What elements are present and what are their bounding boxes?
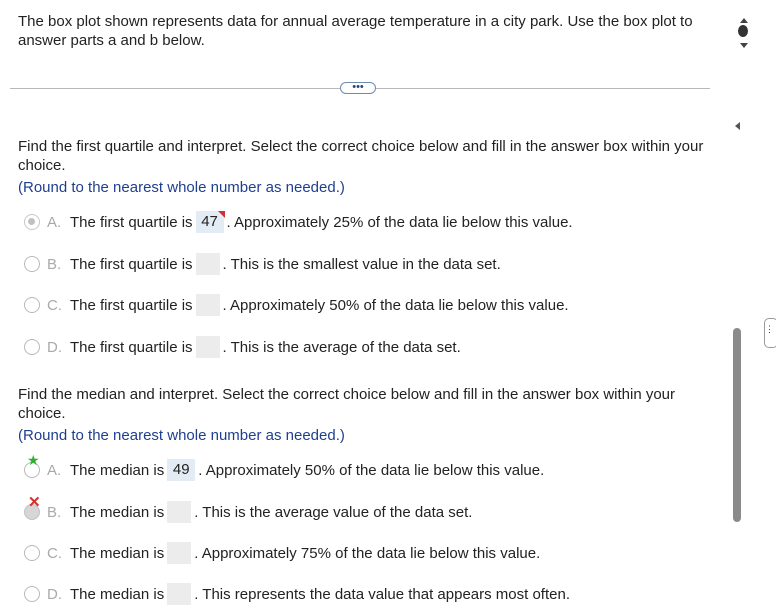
option-prefix: The median is <box>70 503 165 521</box>
option-prefix: The first quartile is <box>70 338 193 356</box>
option-letter: B. <box>47 255 62 273</box>
part-b-option-a[interactable]: A. The median is 49 . Approximately 50% … <box>24 457 544 483</box>
radio-icon[interactable] <box>24 545 40 561</box>
radio-icon[interactable] <box>24 297 40 313</box>
x-icon: ✕ <box>28 494 41 511</box>
option-prefix: The median is <box>70 585 165 603</box>
answer-box[interactable]: 47 <box>195 211 225 233</box>
option-letter: B. <box>47 503 62 521</box>
option-letter: C. <box>47 544 62 562</box>
radio-icon[interactable] <box>24 339 40 355</box>
option-prefix: The median is <box>70 461 165 479</box>
incorrect-flag-icon <box>217 211 225 218</box>
answer-box[interactable] <box>167 542 192 564</box>
option-suffix: . Approximately 50% of the data lie belo… <box>222 296 569 314</box>
star-icon: ★ <box>27 452 40 468</box>
answer-box[interactable] <box>195 253 220 275</box>
part-b-option-c[interactable]: C. The median is . Approximately 75% of … <box>24 540 540 566</box>
collapse-left-arrow-icon[interactable] <box>735 122 740 130</box>
part-a-option-b[interactable]: B. The first quartile is . This is the s… <box>24 251 501 277</box>
option-letter: A. <box>47 461 62 479</box>
answer-box[interactable] <box>195 336 220 358</box>
expand-more-button[interactable]: ••• <box>340 82 376 94</box>
option-letter: D. <box>47 585 62 603</box>
radio-icon[interactable] <box>24 256 40 272</box>
answer-box[interactable] <box>195 294 220 316</box>
answer-box[interactable] <box>167 583 192 605</box>
answer-box[interactable] <box>167 501 192 523</box>
intro-text: The box plot shown represents data for a… <box>18 13 693 49</box>
part-b-question: Find the median and interpret. Select th… <box>18 386 676 422</box>
option-letter: A. <box>47 213 62 231</box>
part-a-question: Find the first quartile and interpret. S… <box>18 138 704 174</box>
part-a-option-a[interactable]: A. The first quartile is 47 . Approximat… <box>24 209 573 235</box>
option-prefix: The first quartile is <box>70 213 193 231</box>
option-prefix: The first quartile is <box>70 255 193 273</box>
part-b-option-d[interactable]: D. The median is . This represents the d… <box>24 581 570 607</box>
part-a-option-d[interactable]: D. The first quartile is . This is the a… <box>24 334 461 360</box>
answer-value: 47 <box>201 213 218 230</box>
answer-box[interactable]: 49 <box>167 459 196 481</box>
scroll-position-dot-icon[interactable] <box>738 25 748 37</box>
part-a-round-note: (Round to the nearest whole number as ne… <box>18 179 345 196</box>
option-prefix: The median is <box>70 544 165 562</box>
radio-selected-icon[interactable] <box>24 214 40 230</box>
option-letter: D. <box>47 338 62 356</box>
radio-icon[interactable] <box>24 586 40 602</box>
part-a-option-c[interactable]: C. The first quartile is . Approximately… <box>24 292 569 318</box>
scroll-up-arrow-icon[interactable] <box>740 18 748 23</box>
option-suffix: . This is the average value of the data … <box>194 503 473 521</box>
option-suffix: . This is the smallest value in the data… <box>222 255 501 273</box>
side-panel-handle[interactable]: ⋮⋮ <box>764 318 776 348</box>
option-letter: C. <box>47 296 62 314</box>
option-suffix: . This is the average of the data set. <box>222 338 461 356</box>
option-suffix: . Approximately 50% of the data lie belo… <box>198 461 545 479</box>
option-suffix: . Approximately 75% of the data lie belo… <box>194 544 541 562</box>
scroll-down-arrow-icon[interactable] <box>740 43 748 48</box>
option-prefix: The first quartile is <box>70 296 193 314</box>
part-b-option-b[interactable]: B. The median is . This is the average v… <box>24 499 472 525</box>
part-b-round-note: (Round to the nearest whole number as ne… <box>18 427 345 444</box>
option-suffix: . This represents the data value that ap… <box>194 585 570 603</box>
scrollbar-thumb[interactable] <box>733 328 741 522</box>
option-suffix: . Approximately 25% of the data lie belo… <box>226 213 573 231</box>
